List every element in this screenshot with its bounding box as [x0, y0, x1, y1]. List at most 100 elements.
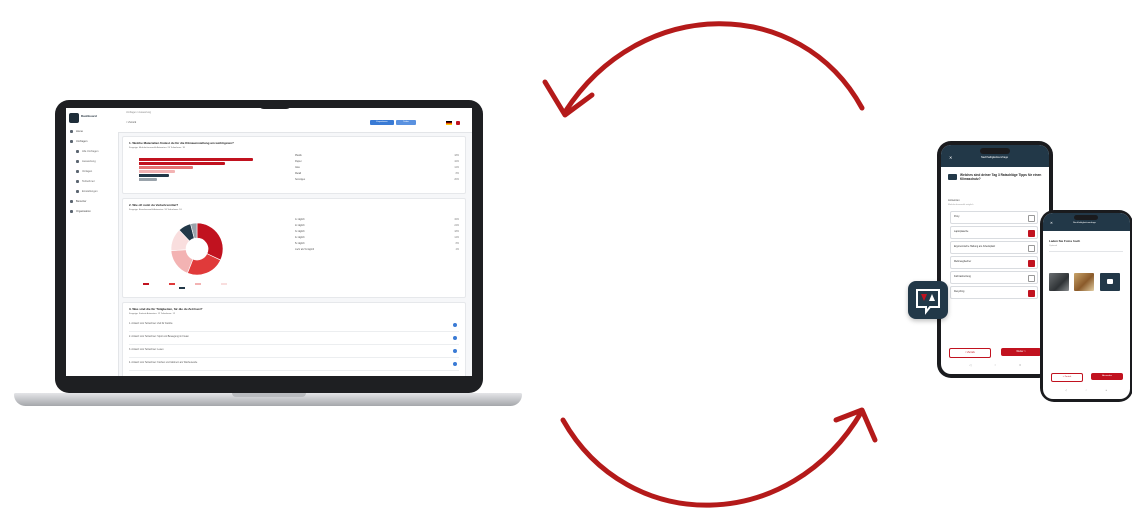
legend-value: 32% [454, 219, 459, 221]
donut-slice [196, 222, 224, 261]
answer-detail-icon[interactable] [453, 336, 457, 340]
option-list: Pony Laptoptasche Ergonomische Haltung am … [950, 211, 1040, 311]
back-link[interactable]: < Zurück [126, 121, 136, 124]
question-text: Welches sind deiner Tag 3 Ratschläge Tip… [960, 173, 1042, 182]
top-arrow-curve [562, 21, 865, 115]
nav-back-icon[interactable]: ◁ [1065, 389, 1067, 393]
answer-option[interactable]: Fahrradnutzung [950, 271, 1038, 284]
submit-button[interactable]: Absenden [1091, 373, 1123, 380]
checkbox[interactable] [1028, 274, 1035, 282]
sidebar-item[interactable]: Benutzer [70, 200, 86, 203]
legend-value: 24% [454, 225, 459, 227]
checkbox[interactable] [1028, 244, 1035, 252]
sidebar-item-icon [70, 210, 73, 213]
sidebar-item-label: Vorlagen [82, 170, 93, 174]
sidebar-item[interactable]: Home [70, 130, 83, 133]
laptop-base-notch [232, 393, 306, 397]
answer-option[interactable]: Ergonomische Haltung am Arbeitsplatz [950, 241, 1038, 254]
answer-option[interactable]: Laptoptasche [950, 226, 1038, 239]
nav-home-icon[interactable]: ○ [994, 363, 996, 367]
sidebar-item[interactable]: Auswertung [76, 160, 96, 163]
top-bar: Umfragen / Auswertung < Zurück Exportier… [118, 108, 472, 133]
phone-1-screen: ✕ Nachhaltigkeitsumfrage Welches sind de… [941, 145, 1049, 374]
horizontal-bar-chart [129, 155, 289, 189]
export-button[interactable]: Exportieren [370, 120, 394, 125]
legend-value: 18% [454, 155, 459, 157]
sidebar-item-label: Teilnehmer [82, 180, 95, 184]
legend-value: 8% [455, 243, 459, 245]
phone-header-title: Nachhaltigkeitsumfrage [1073, 222, 1096, 224]
chart-bar [139, 158, 253, 161]
sidebar-item[interactable]: Umfragen [70, 140, 87, 143]
back-button[interactable]: < Zurück [1051, 373, 1083, 382]
answer-detail-icon[interactable] [453, 323, 457, 327]
survey-logo-icon [916, 289, 940, 315]
nav-back-icon[interactable]: ◁ [969, 363, 971, 367]
phone-2-screen: ✕ Nachhaltigkeitsumfrage Laden Sie Fotos… [1043, 213, 1130, 399]
next-button[interactable]: Weiter > [1001, 348, 1041, 356]
answer-text: 1. Antwort vom Teilnehmer: Zeit für Fami… [129, 323, 173, 325]
checkbox[interactable] [1028, 214, 1035, 222]
sidebar-item[interactable]: Vorlagen [76, 170, 92, 173]
phone-nav-bar: ◁ ○ ≡ [1065, 389, 1107, 393]
donut-bottom-legend [143, 281, 263, 291]
answer-text: 4. Antwort vom Teilnehmer: Kochen und Gä… [129, 362, 198, 364]
question-meta: Fragetyp: Mehrfachauswahl Antworten: 24 … [129, 147, 185, 149]
question-number-badge [948, 174, 957, 180]
nav-menu-icon[interactable]: ≡ [1105, 389, 1107, 393]
checkbox[interactable] [1028, 259, 1035, 267]
legend-label: 1x täglich [295, 219, 305, 221]
add-photo-button[interactable] [1100, 273, 1120, 291]
option-label: Pony [954, 215, 960, 218]
sidebar-item-label: Umfragen [76, 140, 88, 144]
answer-option[interactable]: Mehrwegbecher [950, 256, 1038, 269]
legend-label: 3x täglich [295, 231, 305, 233]
sidebar-item[interactable]: Organisation [70, 210, 91, 213]
photo-thumbnail-1[interactable] [1049, 273, 1069, 291]
legend-row: 5x täglich 8% [295, 243, 459, 245]
checkbox[interactable] [1028, 229, 1035, 237]
phone-header-title: Nachhaltigkeitsumfrage [981, 156, 1009, 159]
share-button[interactable]: Teilen [396, 120, 416, 125]
nav-menu-icon[interactable]: ≡ [1019, 363, 1021, 367]
section-label: Antworten [948, 199, 960, 202]
breadcrumb: Umfragen / Auswertung [126, 111, 151, 114]
close-icon[interactable]: ✕ [1050, 221, 1053, 225]
answer-detail-icon[interactable] [453, 349, 457, 353]
survey-app-badge [908, 281, 948, 319]
photo-thumbnail-2[interactable] [1074, 273, 1094, 291]
chart-bar [139, 162, 226, 165]
legend-value: 8% [455, 173, 459, 175]
question-card-2: 2. Wie oft nutzt du Verkehrsmittel? Frag… [122, 198, 466, 298]
sidebar-item-icon [76, 170, 79, 173]
legend-label: Sonstiges [295, 179, 306, 181]
back-button[interactable]: < Zurück [949, 348, 991, 358]
app-logo-icon [69, 113, 79, 123]
sidebar-item-icon [76, 150, 79, 153]
answer-row: 1. Antwort vom Teilnehmer: Zeit für Fami… [129, 321, 459, 332]
camera-icon [1107, 279, 1113, 284]
sidebar-item[interactable]: Einstellungen [76, 190, 98, 193]
chart-bar [139, 174, 169, 177]
sidebar-item-icon [76, 180, 79, 183]
legend-label: Glas [295, 167, 300, 169]
answer-option[interactable]: Recycling [950, 286, 1038, 299]
sidebar-item-label: Home [76, 130, 83, 134]
language-flag-icon[interactable] [446, 121, 452, 125]
question-title: 3. Was sind die für Tätigkeiten, für die… [129, 307, 203, 311]
option-label: Ergonomische Haltung am Arbeitsplatz [954, 245, 996, 248]
legend-row: 3x täglich 18% [295, 231, 459, 233]
close-icon[interactable]: ✕ [949, 155, 952, 160]
divider [1049, 251, 1123, 252]
sidebar-item[interactable]: Alle Umfragen [76, 150, 98, 153]
answer-detail-icon[interactable] [453, 362, 457, 366]
sidebar-item[interactable]: Teilnehmer [76, 180, 95, 183]
hint-text: Optional [1049, 245, 1058, 247]
checkbox[interactable] [1028, 289, 1035, 297]
legend-value: 14% [454, 237, 459, 239]
sidebar-item-icon [70, 140, 73, 143]
question-card-3: 3. Was sind die für Tätigkeiten, für die… [122, 302, 466, 376]
nav-home-icon[interactable]: ○ [1085, 389, 1087, 393]
answer-option[interactable]: Pony [950, 211, 1038, 224]
user-menu-icon[interactable] [456, 121, 460, 125]
